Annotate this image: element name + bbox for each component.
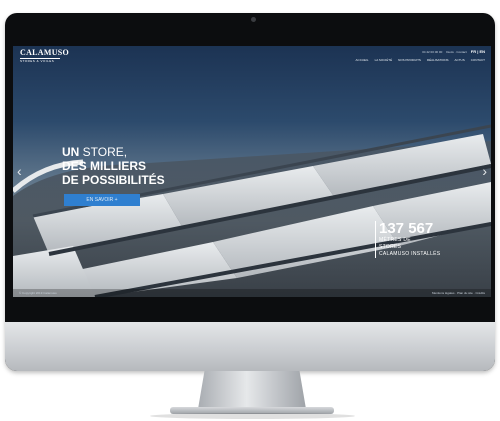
top-utility-bar: 04 42 00 00 00 Devis · Contact FR | EN: [422, 49, 485, 54]
site-footer: © Copyright 2019 Calamuso Mentions légal…: [13, 289, 491, 297]
nav-item-accueil[interactable]: ACCUEIL: [356, 58, 369, 62]
stat-value: 137 567: [379, 220, 434, 237]
hero-line-1-light: STORE,: [79, 145, 128, 159]
stand-shadow: [150, 413, 355, 419]
footer-copyright: © Copyright 2019 Calamuso: [19, 291, 57, 295]
learn-more-button[interactable]: EN SAVOIR +: [64, 194, 140, 206]
nav-item-produits[interactable]: NOS PRODUITS: [398, 58, 421, 62]
slider-next-arrow-icon[interactable]: ›: [482, 163, 487, 179]
slider-prev-arrow-icon[interactable]: ‹: [17, 163, 22, 179]
stat-label-3: CALAMUSO INSTALLÉS: [379, 251, 441, 257]
hero-line-2: DES MILLIERS: [62, 159, 147, 173]
language-switcher[interactable]: FR | EN: [471, 49, 485, 54]
nav-item-actus[interactable]: ACTUS: [455, 58, 465, 62]
logo-tagline: STORES & VOILES: [20, 58, 60, 63]
camera-dot: [251, 17, 256, 22]
phone-link[interactable]: 04 42 00 00 00: [422, 50, 442, 54]
website-screen: CALAMUSO STORES & VOILES 04 42 00 00 00 …: [13, 46, 491, 297]
brand-logo[interactable]: CALAMUSO STORES & VOILES: [20, 48, 70, 63]
nav-item-societe[interactable]: LA SOCIÉTÉ: [375, 58, 393, 62]
hero-line-1-bold: UN: [62, 145, 80, 159]
installed-stat: 137 567 MÈTRES DE STORES CALAMUSO INSTAL…: [375, 221, 440, 258]
hero-line-3: DE POSSIBILITÉS: [62, 173, 165, 187]
main-navigation: ACCUEIL LA SOCIÉTÉ NOS PRODUITS RÉALISAT…: [356, 58, 485, 62]
contact-link[interactable]: Devis · Contact: [446, 50, 467, 54]
stat-label-1: MÈTRES DE: [379, 237, 411, 243]
monitor-chin: [5, 322, 495, 371]
hero-headline: UN STORE, DES MILLIERS DE POSSIBILITÉS: [62, 145, 165, 187]
hero-line-1: UN STORE,: [62, 145, 165, 159]
stat-label-2: STORES: [379, 244, 402, 250]
footer-links[interactable]: Mentions légales · Plan du site · Crédit…: [432, 291, 485, 295]
nav-item-contact[interactable]: CONTACT: [471, 58, 485, 62]
logo-wordmark: CALAMUSO: [20, 48, 70, 57]
nav-item-realisations[interactable]: RÉALISATIONS: [427, 58, 449, 62]
monitor-stand: [198, 371, 306, 409]
